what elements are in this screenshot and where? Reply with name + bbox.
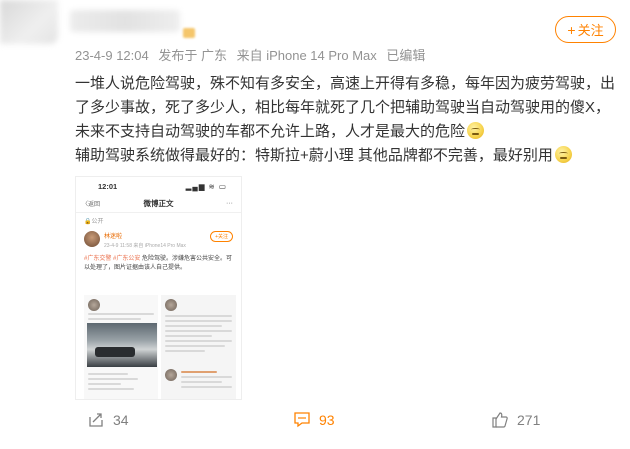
mini-avatar [165, 299, 177, 311]
emoji-icon [554, 146, 572, 163]
phone-visibility: 🔒公开 [84, 218, 104, 225]
avatar[interactable] [0, 0, 58, 44]
more-icon: ··· [226, 200, 233, 207]
action-bar: 34 93 271 [0, 405, 630, 435]
phone-image-left [84, 295, 158, 399]
post-source: 来自 iPhone 14 Pro Max [236, 48, 377, 63]
emoji-icon [467, 122, 485, 139]
phone-time: 12:01 [98, 181, 118, 191]
mini-avatar [88, 299, 100, 311]
follow-label: 关注 [577, 23, 604, 38]
phone-author-meta: 23-4-9 11:58 来自 iPhone14 Pro Max [104, 243, 186, 249]
phone-image-grid [84, 295, 236, 399]
repost-button[interactable]: 34 [88, 411, 129, 428]
phone-author-row: 林迷啦 23-4-9 11:58 来自 iPhone14 Pro Max +关注 [76, 227, 241, 253]
like-button[interactable]: 271 [491, 411, 540, 428]
thumbs-up-icon [492, 412, 508, 428]
post-body: 一堆人说危险驾驶，殊不知有多安全，高速上开得有多稳，每年因为疲劳驾驶，出了多少事… [75, 72, 620, 168]
text-lines [88, 373, 154, 393]
comment-icon [294, 412, 310, 428]
plus-icon: + [567, 21, 576, 38]
post-paragraph-2: 辅助驾驶系统做得最好的：特斯拉+蔚小理 其他品牌都不完善，最好别用 [75, 147, 553, 164]
follow-button[interactable]: + 关注 [555, 16, 616, 43]
phone-nav-title: 微博正文 [143, 199, 174, 208]
phone-nav-bar: 〈返回 微博正文 ··· [76, 195, 241, 213]
phone-image-right [161, 295, 236, 399]
comment-button[interactable]: 93 [293, 411, 335, 428]
phone-post-body: #广东交警 #广东公安 危险驾驶。涉嫌危害公共安全。可以处理了，图片证据由该人自… [76, 253, 241, 275]
repost-icon [89, 413, 103, 427]
car-interior-image [87, 323, 157, 367]
text-lines [165, 315, 232, 355]
post-meta: 23-4-9 12:04 发布于 广东 来自 iPhone 14 Pro Max… [75, 45, 431, 64]
signal-icon: ▂▄▆ ≋ ▭ [185, 181, 227, 191]
post-paragraph-1: 一堆人说危险驾驶，殊不知有多安全，高速上开得有多稳，每年因为疲劳驾驶，出了多少事… [75, 75, 616, 140]
username-redacted[interactable] [70, 10, 180, 32]
post-date[interactable]: 23-4-9 12:04 [75, 48, 149, 63]
text-lines [88, 313, 154, 323]
like-count: 271 [517, 411, 541, 428]
post-edited[interactable]: 已编辑 [386, 48, 425, 63]
repost-count: 34 [113, 411, 129, 428]
mini-avatar [165, 369, 177, 381]
comment-count: 93 [319, 411, 335, 428]
phone-status-bar: 12:01 ▂▄▆ ≋ ▭ [76, 177, 241, 195]
phone-follow-button: +关注 [210, 231, 233, 242]
text-lines [181, 371, 232, 391]
phone-back-button: 〈返回 [82, 202, 101, 208]
attached-screenshot-image[interactable]: 12:01 ▂▄▆ ≋ ▭ 〈返回 微博正文 ··· 🔒公开 林迷啦 23-4-… [75, 176, 242, 400]
verified-badge-icon [183, 28, 195, 38]
post-location: 发布于 广东 [158, 48, 227, 63]
phone-author-avatar [84, 231, 100, 247]
phone-author-name: 林迷啦 [104, 234, 123, 240]
phone-hashtags: #广东交警 #广东公安 [84, 256, 141, 262]
